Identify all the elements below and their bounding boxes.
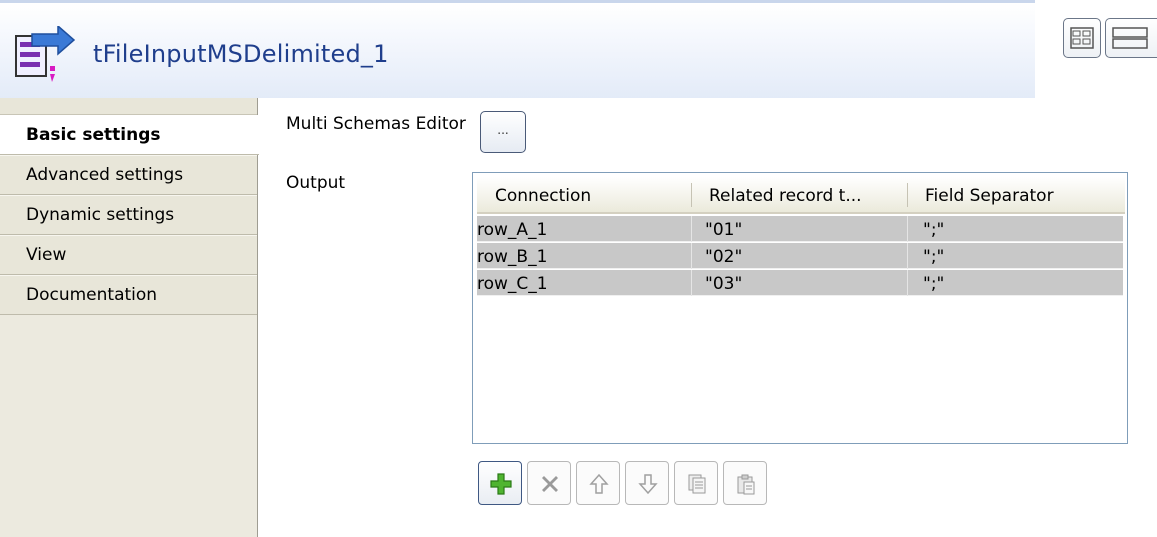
tab-basic-settings[interactable]: Basic settings <box>0 115 259 155</box>
cell-related-record: "01" <box>705 220 743 240</box>
list-view-icon <box>1112 27 1148 49</box>
column-header-related-record[interactable]: Related record t... <box>691 177 907 212</box>
cell-field-separator: ";" <box>923 220 945 240</box>
grid-view-button[interactable] <box>1063 18 1101 58</box>
copy-icon <box>688 474 706 494</box>
multi-schemas-editor-button[interactable]: ... <box>480 111 526 153</box>
multi-schemas-editor-label: Multi Schemas Editor <box>286 114 466 134</box>
move-down-icon <box>638 474 658 495</box>
cell-related-record: "02" <box>705 247 743 267</box>
cell-connection: row_A_1 <box>477 220 548 240</box>
add-icon <box>490 473 512 495</box>
cell-connection: row_C_1 <box>477 274 548 294</box>
tab-documentation[interactable]: Documentation <box>0 275 257 315</box>
tab-view[interactable]: View <box>0 235 257 275</box>
grid-view-icon <box>1070 27 1094 49</box>
move-up-icon <box>589 473 609 494</box>
tab-dynamic-settings[interactable]: Dynamic settings <box>0 195 257 235</box>
column-header-field-separator[interactable]: Field Separator <box>907 177 1123 212</box>
output-table[interactable]: Connection Related record t... Field Sep… <box>472 172 1128 444</box>
copy-button[interactable] <box>674 461 718 505</box>
table-row[interactable]: row_B_1 "02" ";" <box>477 243 1123 269</box>
tab-advanced-settings[interactable]: Advanced settings <box>0 155 257 195</box>
sidebar-spacer <box>0 98 257 115</box>
move-down-button[interactable] <box>625 461 669 505</box>
settings-sidebar: Basic settings Advanced settings Dynamic… <box>0 98 259 537</box>
add-button[interactable] <box>478 461 522 505</box>
delete-icon <box>542 476 558 492</box>
table-row[interactable]: row_A_1 "01" ";" <box>477 216 1123 242</box>
component-title: tFileInputMSDelimited_1 <box>93 40 389 68</box>
paste-button[interactable] <box>723 461 767 505</box>
column-header-connection[interactable]: Connection <box>477 177 691 212</box>
table-row[interactable]: row_C_1 "03" ";" <box>477 270 1123 296</box>
table-header: Connection Related record t... Field Sep… <box>477 177 1125 214</box>
cell-field-separator: ";" <box>923 247 945 267</box>
cell-field-separator: ";" <box>923 274 945 294</box>
file-input-delimited-icon <box>14 24 76 84</box>
paste-icon <box>737 474 755 495</box>
component-header: tFileInputMSDelimited_1 <box>0 0 1157 98</box>
list-view-button[interactable] <box>1105 18 1157 58</box>
cell-connection: row_B_1 <box>477 247 548 267</box>
move-up-button[interactable] <box>576 461 620 505</box>
output-label: Output <box>286 173 346 193</box>
cell-related-record: "03" <box>705 274 743 294</box>
delete-button[interactable] <box>527 461 571 505</box>
